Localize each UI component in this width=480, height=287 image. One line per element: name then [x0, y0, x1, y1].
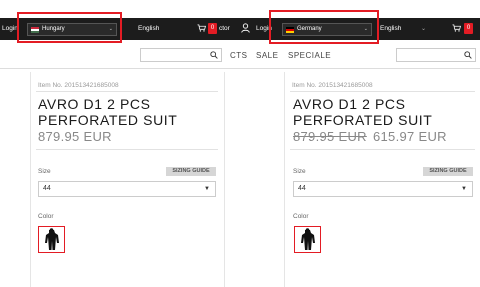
left-item-number: Item No. 201513421685008 [38, 82, 119, 89]
right-sizing-guide-button[interactable]: SIZING GUIDE [423, 167, 473, 176]
search-icon[interactable] [210, 51, 218, 59]
nav-item-speciale[interactable]: SPECIALE [288, 51, 331, 60]
user-icon[interactable] [241, 23, 250, 33]
right-product-title-line1: AVRO D1 2 PCS [293, 96, 406, 112]
divider [36, 91, 218, 92]
left-cart-count-badge[interactable]: 0 [208, 23, 217, 34]
country-highlight-box [17, 12, 122, 43]
divider [36, 149, 218, 150]
left-header-truncated-text: ctor [219, 25, 230, 32]
right-size-select[interactable]: 44 ▼ [293, 181, 473, 197]
right-product-old-price: 879.95 EUR [293, 129, 367, 144]
left-size-value: 44 [43, 185, 51, 192]
chevron-down-icon: ⌄ [421, 26, 427, 32]
cart-icon[interactable] [452, 24, 461, 32]
left-search-input[interactable] [140, 48, 222, 62]
left-language-select[interactable]: English [138, 25, 159, 33]
left-column-border [224, 72, 225, 287]
left-login-link[interactable]: Login [2, 25, 18, 33]
divider [290, 91, 475, 92]
right-color-swatch[interactable] [294, 226, 321, 253]
cart-icon[interactable] [197, 24, 206, 32]
left-size-label: Size [38, 168, 51, 175]
left-column-border [30, 72, 31, 287]
caret-down-icon: ▼ [204, 186, 210, 192]
left-product-price: 879.95 EUR [38, 129, 112, 144]
left-sizing-guide-button[interactable]: SIZING GUIDE [166, 167, 216, 176]
right-item-number: Item No. 201513421685008 [292, 82, 373, 89]
wetsuit-thumbnail-icon [301, 228, 315, 250]
left-color-swatch[interactable] [38, 226, 65, 253]
left-product-title-line1: AVRO D1 2 PCS [38, 96, 151, 112]
right-size-value: 44 [298, 185, 306, 192]
country-highlight-box [269, 10, 379, 44]
right-search-input[interactable] [396, 48, 476, 62]
header-divider [0, 68, 480, 69]
right-language-select[interactable]: English [380, 25, 401, 33]
left-product-title-line2: PERFORATED SUIT [38, 112, 178, 128]
nav-item-sale[interactable]: SALE [256, 51, 278, 60]
wetsuit-thumbnail-icon [45, 228, 59, 250]
nav-item-cts[interactable]: CTS [230, 51, 248, 60]
caret-down-icon: ▼ [461, 186, 467, 192]
right-product-sale-price: 615.97 EUR [373, 129, 447, 144]
left-size-select[interactable]: 44 ▼ [38, 181, 216, 197]
left-color-label: Color [38, 213, 54, 220]
divider [290, 149, 475, 150]
search-icon[interactable] [464, 51, 472, 59]
right-product-title-line2: PERFORATED SUIT [293, 112, 433, 128]
right-color-label: Color [293, 213, 309, 220]
right-size-label: Size [293, 168, 306, 175]
right-cart-count-badge[interactable]: 0 [464, 23, 473, 34]
right-column-border [284, 72, 285, 287]
